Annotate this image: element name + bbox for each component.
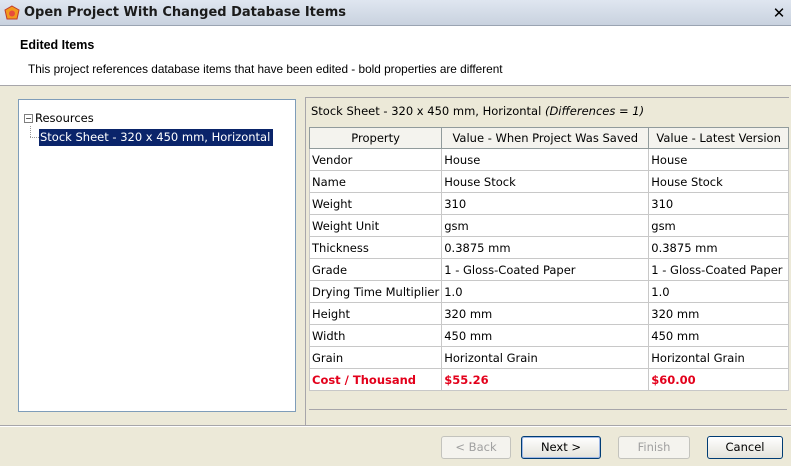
tree-root-resources[interactable]: − Resources [24, 110, 94, 126]
cell-saved-value: 310 [441, 192, 650, 215]
finish-button[interactable]: Finish [618, 436, 690, 459]
table-row[interactable]: Height 320 mm 320 mm [308, 302, 789, 325]
cell-saved-value: 450 mm [441, 324, 650, 347]
close-button[interactable]: ✕ [769, 3, 789, 23]
cell-property: Width [308, 324, 443, 347]
table-row[interactable]: Weight 310 310 [308, 192, 789, 215]
details-panel: Stock Sheet - 320 x 450 mm, Horizontal (… [305, 97, 789, 425]
properties-table: Property Value - When Project Was Saved … [308, 127, 789, 391]
column-header-property[interactable]: Property [308, 127, 443, 149]
back-button[interactable]: < Back [441, 436, 511, 459]
cell-saved-value: 0.3875 mm [441, 236, 650, 259]
cell-saved-value: 1 - Gloss-Coated Paper [441, 258, 650, 281]
collapse-icon[interactable]: − [24, 113, 33, 123]
table-row[interactable]: Grain Horizontal Grain Horizontal Grain [308, 346, 789, 369]
table-bottom-divider [309, 409, 787, 412]
table-header-row: Property Value - When Project Was Saved … [308, 127, 789, 149]
table-row[interactable]: Name House Stock House Stock [308, 170, 789, 193]
cell-latest-value: 320 mm [648, 302, 789, 325]
cell-latest-value: 0.3875 mm [648, 236, 789, 259]
cell-latest-value: House [648, 148, 789, 171]
cell-property: Weight [308, 192, 443, 215]
column-header-saved-value[interactable]: Value - When Project Was Saved [441, 127, 650, 149]
header-description: This project references database items t… [28, 62, 503, 76]
cell-saved-value: gsm [441, 214, 650, 237]
caption-item-name: Stock Sheet - 320 x 450 mm, Horizontal [311, 104, 542, 118]
details-caption: Stock Sheet - 320 x 450 mm, Horizontal (… [311, 104, 644, 118]
table-row[interactable]: Vendor House House [308, 148, 789, 171]
cell-latest-value: 310 [648, 192, 789, 215]
table-row[interactable]: Thickness 0.3875 mm 0.3875 mm [308, 236, 789, 259]
cell-saved-value: House [441, 148, 650, 171]
title-bar: Open Project With Changed Database Items… [0, 0, 791, 26]
window-title: Open Project With Changed Database Items [24, 5, 346, 20]
cell-saved-value: 1.0 [441, 280, 650, 303]
cell-property: Grade [308, 258, 443, 281]
cell-property: Weight Unit [308, 214, 443, 237]
cell-property: Thickness [308, 236, 443, 259]
cell-saved-value: 320 mm [441, 302, 650, 325]
resource-tree[interactable]: − Resources Stock Sheet - 320 x 450 mm, … [18, 99, 296, 412]
cell-property: Vendor [308, 148, 443, 171]
cell-latest-value: gsm [648, 214, 789, 237]
cell-property: Height [308, 302, 443, 325]
tree-connector-line [30, 137, 39, 138]
cell-latest-value: $60.00 [648, 368, 789, 391]
cell-saved-value: House Stock [441, 170, 650, 193]
cell-property: Name [308, 170, 443, 193]
caption-differences: (Differences = 1) [544, 104, 645, 118]
header-panel: Edited Items This project references dat… [0, 26, 791, 86]
cell-property: Grain [308, 346, 443, 369]
next-button[interactable]: Next > [521, 436, 601, 459]
cell-property: Drying Time Multiplier [308, 280, 443, 303]
app-logo-icon [4, 5, 20, 20]
column-header-latest-value[interactable]: Value - Latest Version [648, 127, 789, 149]
cell-latest-value: 450 mm [648, 324, 789, 347]
cell-latest-value: 1.0 [648, 280, 789, 303]
table-row[interactable]: Drying Time Multiplier 1.0 1.0 [308, 280, 789, 303]
cell-latest-value: 1 - Gloss-Coated Paper [648, 258, 789, 281]
tree-connector-line [30, 126, 31, 137]
cell-saved-value: $55.26 [441, 368, 650, 391]
cancel-button[interactable]: Cancel [707, 436, 783, 459]
cell-saved-value: Horizontal Grain [441, 346, 650, 369]
footer-divider [0, 425, 791, 427]
tree-root-label: Resources [35, 111, 94, 125]
cell-latest-value: Horizontal Grain [648, 346, 789, 369]
table-row-difference[interactable]: Cost / Thousand $55.26 $60.00 [308, 368, 789, 391]
cell-latest-value: House Stock [648, 170, 789, 193]
table-row[interactable]: Width 450 mm 450 mm [308, 324, 789, 347]
table-row[interactable]: Weight Unit gsm gsm [308, 214, 789, 237]
tree-item-stock-sheet[interactable]: Stock Sheet - 320 x 450 mm, Horizontal [39, 129, 274, 146]
content-area: − Resources Stock Sheet - 320 x 450 mm, … [0, 86, 791, 425]
header-title: Edited Items [20, 38, 95, 52]
cell-property: Cost / Thousand [308, 368, 443, 391]
table-row[interactable]: Grade 1 - Gloss-Coated Paper 1 - Gloss-C… [308, 258, 789, 281]
